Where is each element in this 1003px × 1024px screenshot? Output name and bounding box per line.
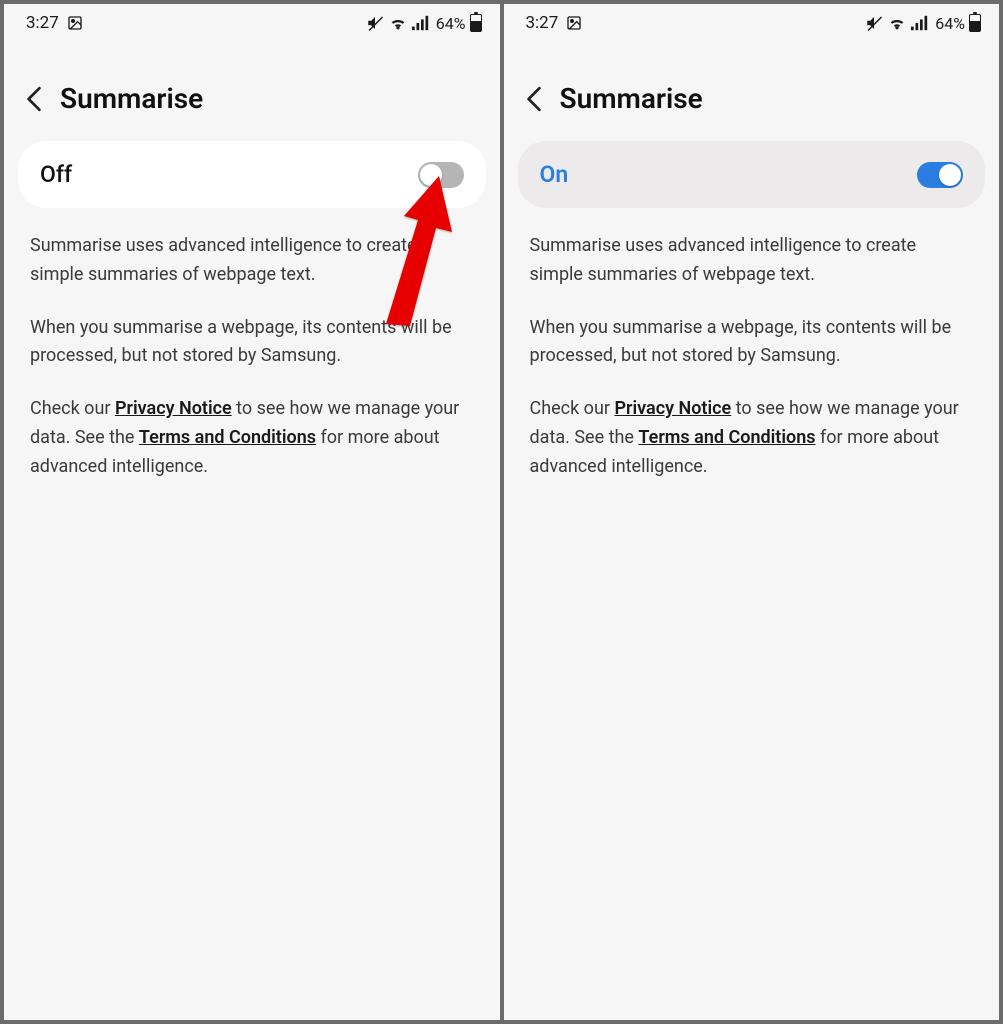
- desc-para-1: Summarise uses advanced intelligence to …: [530, 232, 974, 290]
- wifi-icon: [887, 15, 907, 31]
- back-icon[interactable]: [26, 86, 42, 112]
- terms-link[interactable]: Terms and Conditions: [139, 427, 316, 448]
- status-right: 64%: [366, 14, 482, 33]
- battery-icon: [470, 14, 482, 32]
- status-left: 3:27: [526, 13, 583, 33]
- toggle-label: On: [540, 161, 569, 188]
- summarise-toggle-card[interactable]: Off: [18, 141, 486, 208]
- status-time: 3:27: [26, 13, 59, 33]
- mute-icon: [865, 14, 883, 32]
- page-header: Summarise: [4, 42, 500, 141]
- status-time: 3:27: [526, 13, 559, 33]
- description-block: Summarise uses advanced intelligence to …: [504, 208, 1000, 506]
- status-bar: 3:27 64%: [4, 4, 500, 42]
- desc-para-3: Check our Privacy Notice to see how we m…: [530, 395, 974, 481]
- toggle-label: Off: [40, 161, 72, 188]
- back-icon[interactable]: [526, 86, 542, 112]
- desc-para-1: Summarise uses advanced intelligence to …: [30, 232, 474, 290]
- signal-icon: [911, 15, 929, 31]
- desc-para-2: When you summarise a webpage, its conten…: [30, 314, 474, 372]
- description-block: Summarise uses advanced intelligence to …: [4, 208, 500, 506]
- phone-screenshot-off: 3:27 64% Summarise Off Summarise uses ad…: [4, 4, 500, 1020]
- privacy-notice-link[interactable]: Privacy Notice: [614, 398, 731, 419]
- mute-icon: [366, 14, 384, 32]
- status-left: 3:27: [26, 13, 83, 33]
- status-bar: 3:27 64%: [504, 4, 1000, 42]
- desc-para-3: Check our Privacy Notice to see how we m…: [30, 395, 474, 481]
- page-title: Summarise: [60, 82, 203, 115]
- summarise-toggle-switch[interactable]: [917, 162, 963, 188]
- page-title: Summarise: [560, 82, 703, 115]
- battery-icon: [969, 14, 981, 32]
- privacy-notice-link[interactable]: Privacy Notice: [115, 398, 232, 419]
- page-header: Summarise: [504, 42, 1000, 141]
- desc-para-2: When you summarise a webpage, its conten…: [530, 314, 974, 372]
- signal-icon: [412, 15, 430, 31]
- image-icon: [566, 15, 582, 31]
- terms-link[interactable]: Terms and Conditions: [638, 427, 815, 448]
- battery-percent: 64%: [436, 14, 466, 33]
- wifi-icon: [388, 15, 408, 31]
- image-icon: [67, 15, 83, 31]
- battery-percent: 64%: [935, 14, 965, 33]
- summarise-toggle-switch[interactable]: [418, 162, 464, 188]
- summarise-toggle-card[interactable]: On: [518, 141, 986, 208]
- status-right: 64%: [865, 14, 981, 33]
- phone-screenshot-on: 3:27 64% Summarise On Summarise uses adv…: [504, 4, 1000, 1020]
